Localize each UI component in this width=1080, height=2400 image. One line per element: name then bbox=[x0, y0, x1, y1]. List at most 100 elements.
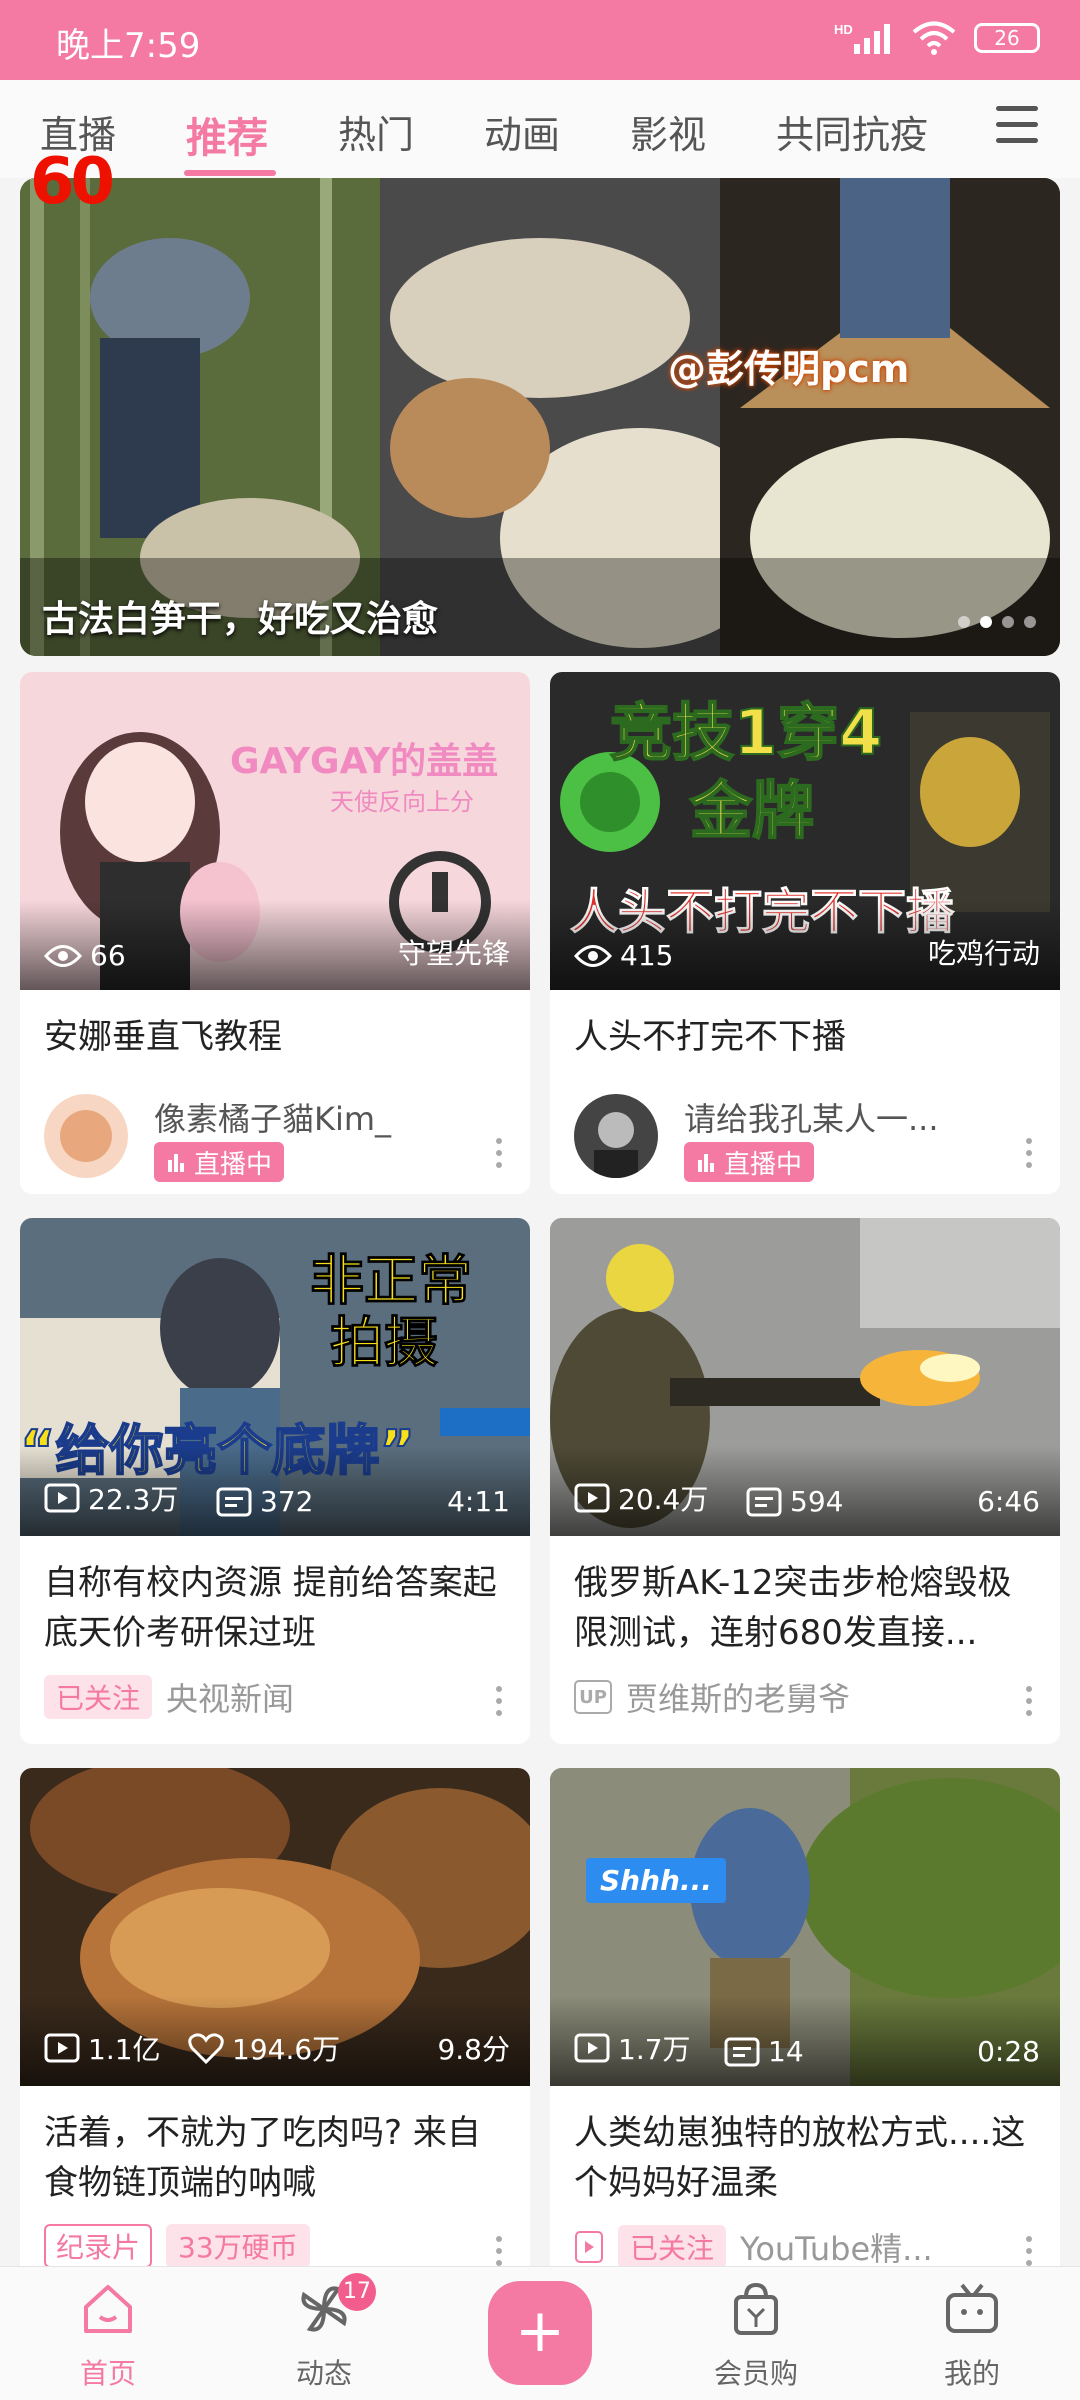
live-badge: 直播中 bbox=[154, 1142, 285, 1182]
status-bar: 晚上7:59 HD 26 bbox=[0, 0, 1080, 80]
danmaku-label: 14 bbox=[768, 2035, 804, 2068]
banner-image bbox=[20, 178, 1060, 656]
video-card[interactable]: 非正常 拍摄 “给你亮个底牌” 22.3万 372 4:11 自称有校内资源 提… bbox=[20, 1218, 530, 1744]
battery-icon: 26 bbox=[974, 23, 1040, 53]
avatar[interactable] bbox=[574, 1094, 658, 1178]
video-title: 俄罗斯AK-12突击步枪熔毁极限测试，连射680发直接... bbox=[574, 1563, 1012, 1653]
uploader-name[interactable]: 央视新闻 bbox=[166, 1674, 294, 1720]
video-title: 自称有校内资源 提前给答案起底天价考研保过班 bbox=[44, 1563, 497, 1653]
views-label: 415 bbox=[620, 939, 674, 972]
carousel-dot bbox=[1024, 616, 1036, 628]
thumbnail-text-2: 拍摄 bbox=[330, 1311, 439, 1375]
duration: 0:28 bbox=[977, 2035, 1040, 2068]
duration: 6:46 bbox=[977, 1485, 1040, 1518]
video-card[interactable]: 1.1亿 194.6万 9.8分 活着，不就为了吃肉吗? 来自食物链顶端的呐喊 … bbox=[20, 1768, 530, 2288]
play-count: 22.3万 bbox=[44, 1478, 178, 1518]
tab-popular[interactable]: 热门 bbox=[338, 104, 414, 159]
tag-row: 纪录片 33万硬币 bbox=[44, 2224, 310, 2268]
play-count: 1.1亿 bbox=[44, 2028, 161, 2068]
live-badge-label: 直播中 bbox=[194, 1149, 273, 1180]
plays-label: 20.4万 bbox=[618, 1483, 709, 1516]
upload-button[interactable]: + bbox=[488, 2281, 592, 2385]
live-badge: 直播中 bbox=[684, 1142, 815, 1182]
video-card[interactable]: 20.4万 594 6:46 俄罗斯AK-12突击步枪熔毁极限测试，连射680发… bbox=[550, 1218, 1060, 1744]
video-card[interactable]: GAYGAY的盖盖 天使反向上分 66 守望先锋 安娜垂直飞教程 像素橘子貓Ki… bbox=[20, 672, 530, 1194]
video-thumbnail: 20.4万 594 6:46 bbox=[550, 1218, 1060, 1536]
more-options-icon[interactable] bbox=[496, 1138, 504, 1168]
more-options-icon[interactable] bbox=[1026, 1138, 1034, 1168]
heart-icon bbox=[188, 2033, 224, 2064]
view-count: 66 bbox=[44, 939, 126, 972]
plays-label: 22.3万 bbox=[88, 1483, 179, 1516]
up-icon: UP bbox=[574, 1680, 612, 1714]
carousel-dots bbox=[958, 616, 1036, 628]
avatar[interactable] bbox=[44, 1094, 128, 1178]
battery-level: 26 bbox=[994, 26, 1020, 50]
danmaku-count: 594 bbox=[746, 1485, 843, 1518]
danmaku-icon bbox=[746, 1487, 782, 1516]
danmaku-label: 594 bbox=[790, 1485, 844, 1518]
video-thumbnail: 1.1亿 194.6万 9.8分 bbox=[20, 1768, 530, 2086]
carousel-dot bbox=[958, 616, 970, 628]
play-icon bbox=[574, 1483, 610, 1513]
uploader-name[interactable]: 贾维斯的老舅爷 bbox=[626, 1674, 850, 1720]
danmaku-count: 14 bbox=[724, 2035, 804, 2068]
tab-anime[interactable]: 动画 bbox=[484, 104, 560, 159]
signal-icon: HD bbox=[834, 22, 890, 54]
eye-icon bbox=[44, 944, 82, 967]
tv-icon bbox=[946, 2283, 998, 2333]
tab-film[interactable]: 影视 bbox=[630, 104, 706, 159]
carousel-dot-active bbox=[980, 616, 992, 628]
play-icon bbox=[574, 2033, 610, 2063]
thumbnail-text-2: 金牌 bbox=[689, 773, 815, 848]
danmaku-label: 372 bbox=[260, 1485, 314, 1518]
video-card[interactable]: Shhh... 1.7万 14 0:28 人类幼崽独特的放松方式....这个妈妈… bbox=[550, 1768, 1060, 2288]
uploader-name[interactable]: YouTube精... bbox=[740, 2224, 933, 2270]
nav-shop[interactable]: 会员购 bbox=[686, 2279, 826, 2392]
category-label: 守望先锋 bbox=[397, 937, 510, 970]
banner-title: 古法白笋干，好吃又治愈 bbox=[42, 599, 439, 640]
more-options-icon[interactable] bbox=[496, 1686, 504, 1716]
view-count: 415 bbox=[574, 939, 673, 972]
tab-anti-epidemic[interactable]: 共同抗疫 bbox=[776, 104, 928, 159]
status-icons: HD 26 bbox=[834, 20, 1040, 56]
uploader-name[interactable]: 像素橘子貓Kim_ bbox=[154, 1094, 391, 1140]
followed-badge: 已关注 bbox=[44, 1675, 153, 1719]
svg-text:HD: HD bbox=[834, 22, 853, 37]
clock: 晚上7:59 bbox=[56, 26, 201, 66]
more-options-icon[interactable] bbox=[496, 2236, 504, 2266]
owner-row: 已关注 央视新闻 bbox=[44, 1674, 294, 1720]
coins-tag: 33万硬币 bbox=[166, 2224, 310, 2268]
play-icon bbox=[44, 2033, 80, 2063]
video-title: 安娜垂直飞教程 bbox=[44, 1017, 282, 1057]
owner-row: 已关注 YouTube精... bbox=[574, 2224, 933, 2270]
nav-home[interactable]: 首页 bbox=[38, 2279, 178, 2392]
banner-carousel[interactable]: @彭传明pcm 古法白笋干，好吃又治愈 bbox=[20, 178, 1060, 656]
top-tab-bar: 直播 推荐 热门 动画 影视 共同抗疫 bbox=[0, 80, 1080, 178]
thumbnail-text: 竞技1穿4 bbox=[609, 695, 883, 770]
shopping-bag-icon bbox=[734, 2282, 778, 2335]
plays-label: 1.1亿 bbox=[88, 2033, 161, 2066]
tab-recommend[interactable]: 推荐 bbox=[186, 104, 268, 164]
video-card[interactable]: 竞技1穿4 金牌 人头不打完不下播 415 吃鸡行动 人头不打完不下播 请给我孔… bbox=[550, 672, 1060, 1194]
danmaku-icon bbox=[724, 2037, 760, 2066]
nav-mine[interactable]: 我的 bbox=[902, 2279, 1042, 2392]
notification-badge: 17 bbox=[338, 2273, 376, 2311]
video-thumbnail: Shhh... 1.7万 14 0:28 bbox=[550, 1768, 1060, 2086]
nav-dynamic-label: 动态 bbox=[295, 2357, 352, 2390]
nav-shop-label: 会员购 bbox=[713, 2357, 798, 2390]
rating: 9.8分 bbox=[437, 2033, 510, 2066]
more-options-icon[interactable] bbox=[1026, 2236, 1034, 2266]
video-title: 人类幼崽独特的放松方式....这个妈妈好温柔 bbox=[574, 2113, 1026, 2203]
category-label: 吃鸡行动 bbox=[927, 937, 1040, 970]
uploader-name[interactable]: 请给我孔某人一... bbox=[684, 1094, 939, 1140]
video-thumbnail: 非正常 拍摄 “给你亮个底牌” 22.3万 372 4:11 bbox=[20, 1218, 530, 1536]
video-thumbnail: 竞技1穿4 金牌 人头不打完不下播 415 吃鸡行动 bbox=[550, 672, 1060, 990]
likes-label: 194.6万 bbox=[232, 2033, 341, 2066]
more-options-icon[interactable] bbox=[1026, 1686, 1034, 1716]
live-bars-icon bbox=[698, 1154, 714, 1172]
menu-icon[interactable] bbox=[996, 106, 1040, 146]
duration: 4:11 bbox=[447, 1485, 510, 1518]
play-count: 1.7万 bbox=[574, 2028, 691, 2068]
video-title: 人头不打完不下播 bbox=[574, 1017, 846, 1057]
